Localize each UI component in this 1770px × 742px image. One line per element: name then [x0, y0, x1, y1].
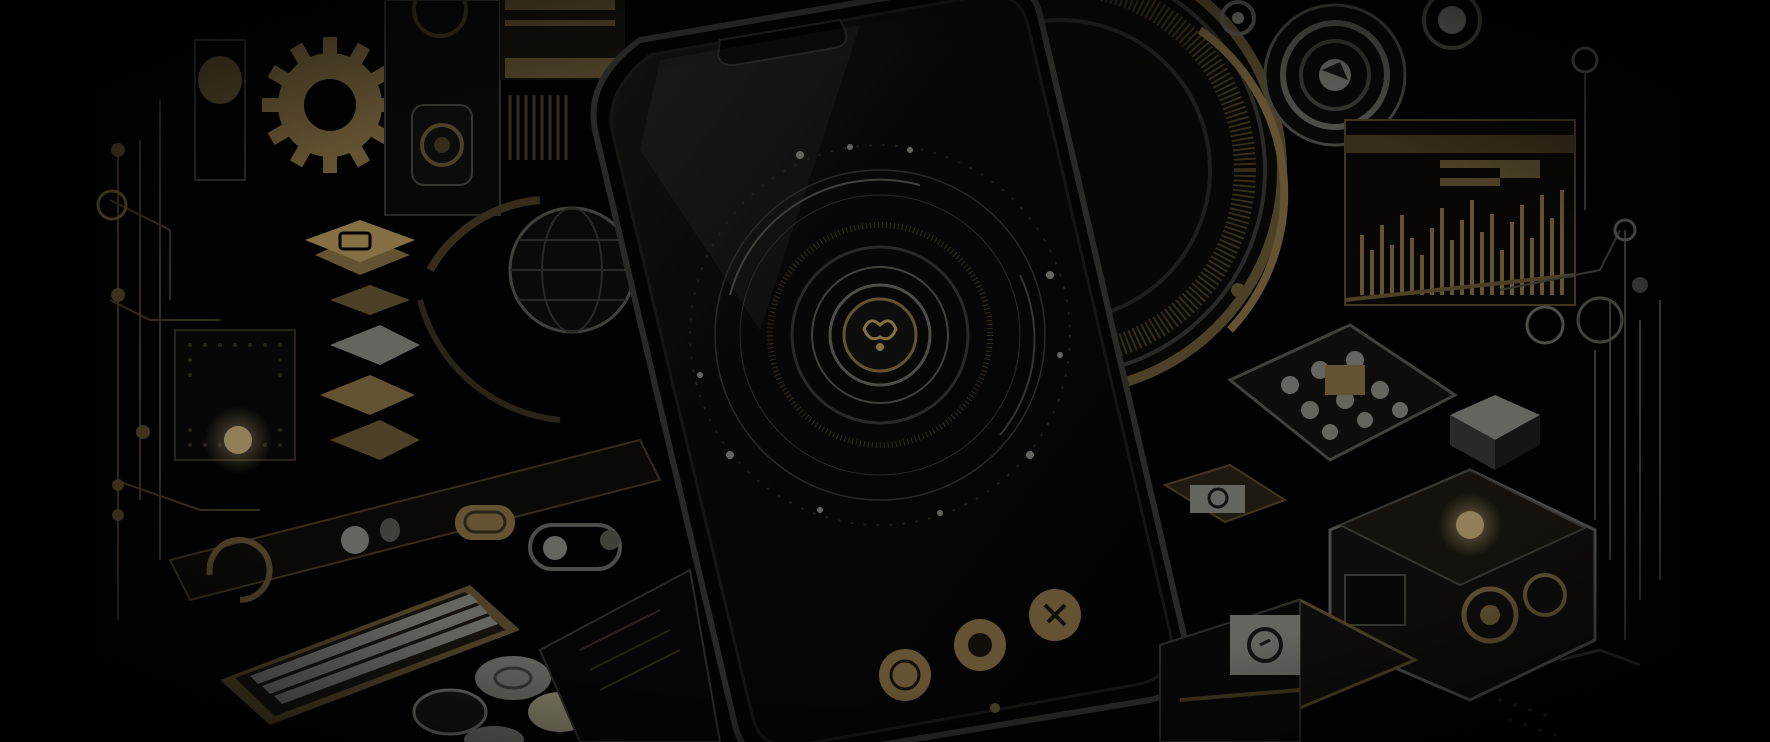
tech-collage-scene: [0, 0, 1770, 742]
artwork: [0, 0, 1770, 742]
